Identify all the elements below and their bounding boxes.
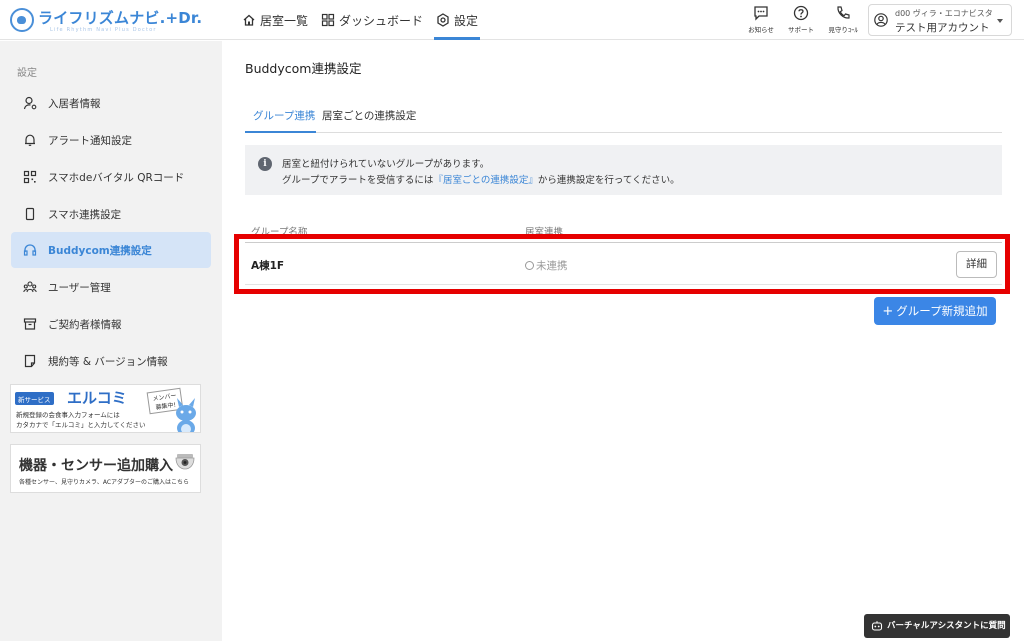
sidebar-item-resident-info[interactable]: 入居者情報 — [11, 85, 211, 121]
sidebar-item-user-management[interactable]: ユーザー管理 — [11, 269, 211, 305]
watch-call-button[interactable]: 見守りｺｰﾙ — [823, 4, 863, 38]
notice-text-2: グループでアラートを受信するには『居室ごとの連携設定』から連携設定を行ってくださ… — [282, 172, 680, 186]
phone-icon — [837, 6, 850, 19]
logo-mark-icon — [10, 8, 34, 32]
sidebar-item-buddycom[interactable]: Buddycom連携設定 — [11, 232, 211, 268]
nav-room-list-label: 居室一覧 — [260, 13, 309, 28]
sidebar-item-label: ユーザー管理 — [48, 282, 111, 294]
sidebar-item-terms-version[interactable]: 規約等 & バージョン情報 — [11, 343, 211, 379]
account-facility: d00 ヴィラ・エコナビスタ — [895, 9, 993, 18]
add-group-button-label: グループ新規追加 — [896, 304, 988, 318]
notice-button[interactable]: お知らせ — [741, 4, 781, 38]
info-icon: i — [258, 157, 272, 171]
account-name: テスト用アカウント — [895, 22, 990, 34]
mascot-icon — [176, 398, 196, 432]
elcomi-banner-title: エルコミ — [67, 389, 127, 407]
notice-text-post: から連携設定を行ってください。 — [537, 175, 680, 186]
nav-dashboard[interactable]: ダッシュボード — [317, 0, 427, 40]
sidebar: 設定 入居者情報 アラート通知設定 スマホdeバイタル QRコード スマホ連携設… — [0, 41, 222, 641]
tab-bar: グループ連携 居室ごとの連携設定 — [245, 102, 1002, 133]
tab-room-link[interactable]: 居室ごとの連携設定 — [322, 102, 422, 133]
elcomi-banner[interactable]: 新サービス エルコミ 新規登録の会食事入力フォームには カタカナで「エルコミ」と… — [10, 384, 201, 433]
nav-room-list[interactable]: 居室一覧 — [238, 0, 312, 40]
smartphone-icon — [25, 207, 35, 221]
virtual-assistant-button[interactable]: バーチャルアシスタントに質問 — [864, 614, 1010, 638]
plus-icon: + — [882, 304, 894, 319]
headset-icon — [23, 244, 37, 256]
top-header: ライフリズムナビ.+Dr. Life Rhythm Navi Plus Doct… — [0, 0, 1024, 40]
sidebar-item-label: 入居者情報 — [48, 98, 101, 110]
qr-icon — [23, 170, 37, 184]
document-icon — [24, 354, 36, 368]
users-icon — [23, 281, 37, 293]
app-logo[interactable]: ライフリズムナビ.+Dr. Life Rhythm Navi Plus Doct… — [10, 6, 202, 36]
sidebar-item-label: アラート通知設定 — [48, 135, 132, 147]
virtual-assistant-label: バーチャルアシスタントに質問 — [887, 621, 1006, 631]
support-button[interactable]: サポート — [781, 4, 821, 38]
info-notice: i 居室と紐付けられていないグループがあります。 グループでアラートを受信するに… — [245, 145, 1002, 195]
sidebar-item-alert-settings[interactable]: アラート通知設定 — [11, 122, 211, 158]
device-purchase-banner[interactable]: 機器・センサー追加購入 各種センサー、見守りカメラ、ACアダプターのご購入はこち… — [10, 444, 201, 493]
sidebar-item-vital-qr[interactable]: スマホdeバイタル QRコード — [11, 159, 211, 195]
account-menu[interactable]: d00 ヴィラ・エコナビスタ テスト用アカウント — [868, 4, 1012, 36]
page-title: Buddycom連携設定 — [245, 61, 362, 76]
account-avatar-icon — [874, 13, 888, 27]
nav-settings-label: 設定 — [454, 13, 479, 28]
bell-icon — [25, 134, 35, 146]
notice-button-label: お知らせ — [748, 26, 774, 34]
caret-down-icon — [997, 19, 1003, 23]
grid-icon — [321, 13, 335, 27]
sidebar-title: 設定 — [17, 68, 37, 79]
nav-settings[interactable]: 設定 — [432, 0, 482, 40]
resident-icon — [23, 96, 37, 110]
sidebar-item-label: 規約等 & バージョン情報 — [48, 356, 168, 368]
camera-icon — [175, 454, 195, 470]
device-banner-title: 機器・センサー追加購入 — [19, 458, 173, 474]
home-icon — [243, 14, 255, 26]
elcomi-banner-text-1: 新規登録の会食事入力フォームには — [16, 411, 120, 419]
sidebar-item-label: スマホ連携設定 — [48, 209, 122, 221]
support-button-label: サポート — [788, 26, 814, 34]
sidebar-item-contract-info[interactable]: ご契約者様情報 — [11, 306, 211, 342]
tab-group-link[interactable]: グループ連携 — [245, 102, 316, 133]
notice-text-1: 居室と紐付けられていないグループがあります。 — [282, 159, 490, 170]
sidebar-item-smartphone[interactable]: スマホ連携設定 — [11, 196, 211, 232]
logo-subtitle: Life Rhythm Navi Plus Doctor — [50, 27, 157, 33]
device-banner-text: 各種センサー、見守りカメラ、ACアダプターのご購入はこちら — [19, 479, 190, 486]
room-link-settings-link[interactable]: 『居室ごとの連携設定』 — [433, 175, 537, 186]
add-group-button[interactable]: + グループ新規追加 — [874, 297, 996, 325]
archive-icon — [23, 318, 37, 330]
logo-text: ライフリズムナビ.+Dr. — [38, 9, 203, 27]
gear-icon — [437, 13, 449, 27]
elcomi-banner-text-2: カタカナで「エルコミ」と入力してください — [16, 421, 146, 429]
nav-dashboard-label: ダッシュボード — [339, 13, 424, 28]
message-icon — [754, 6, 768, 21]
highlight-box — [234, 234, 1010, 294]
help-icon — [793, 5, 809, 21]
sidebar-item-label: Buddycom連携設定 — [48, 245, 152, 257]
watch-call-button-label: 見守りｺｰﾙ — [828, 26, 858, 34]
sidebar-item-label: スマホdeバイタル QRコード — [48, 172, 185, 184]
sidebar-item-label: ご契約者様情報 — [48, 319, 122, 331]
notice-text-pre: グループでアラートを受信するには — [282, 175, 434, 186]
top-nav: 居室一覧 ダッシュボード 設定 — [238, 0, 487, 40]
new-service-badge: 新サービス — [15, 392, 54, 405]
robot-icon — [871, 621, 883, 631]
